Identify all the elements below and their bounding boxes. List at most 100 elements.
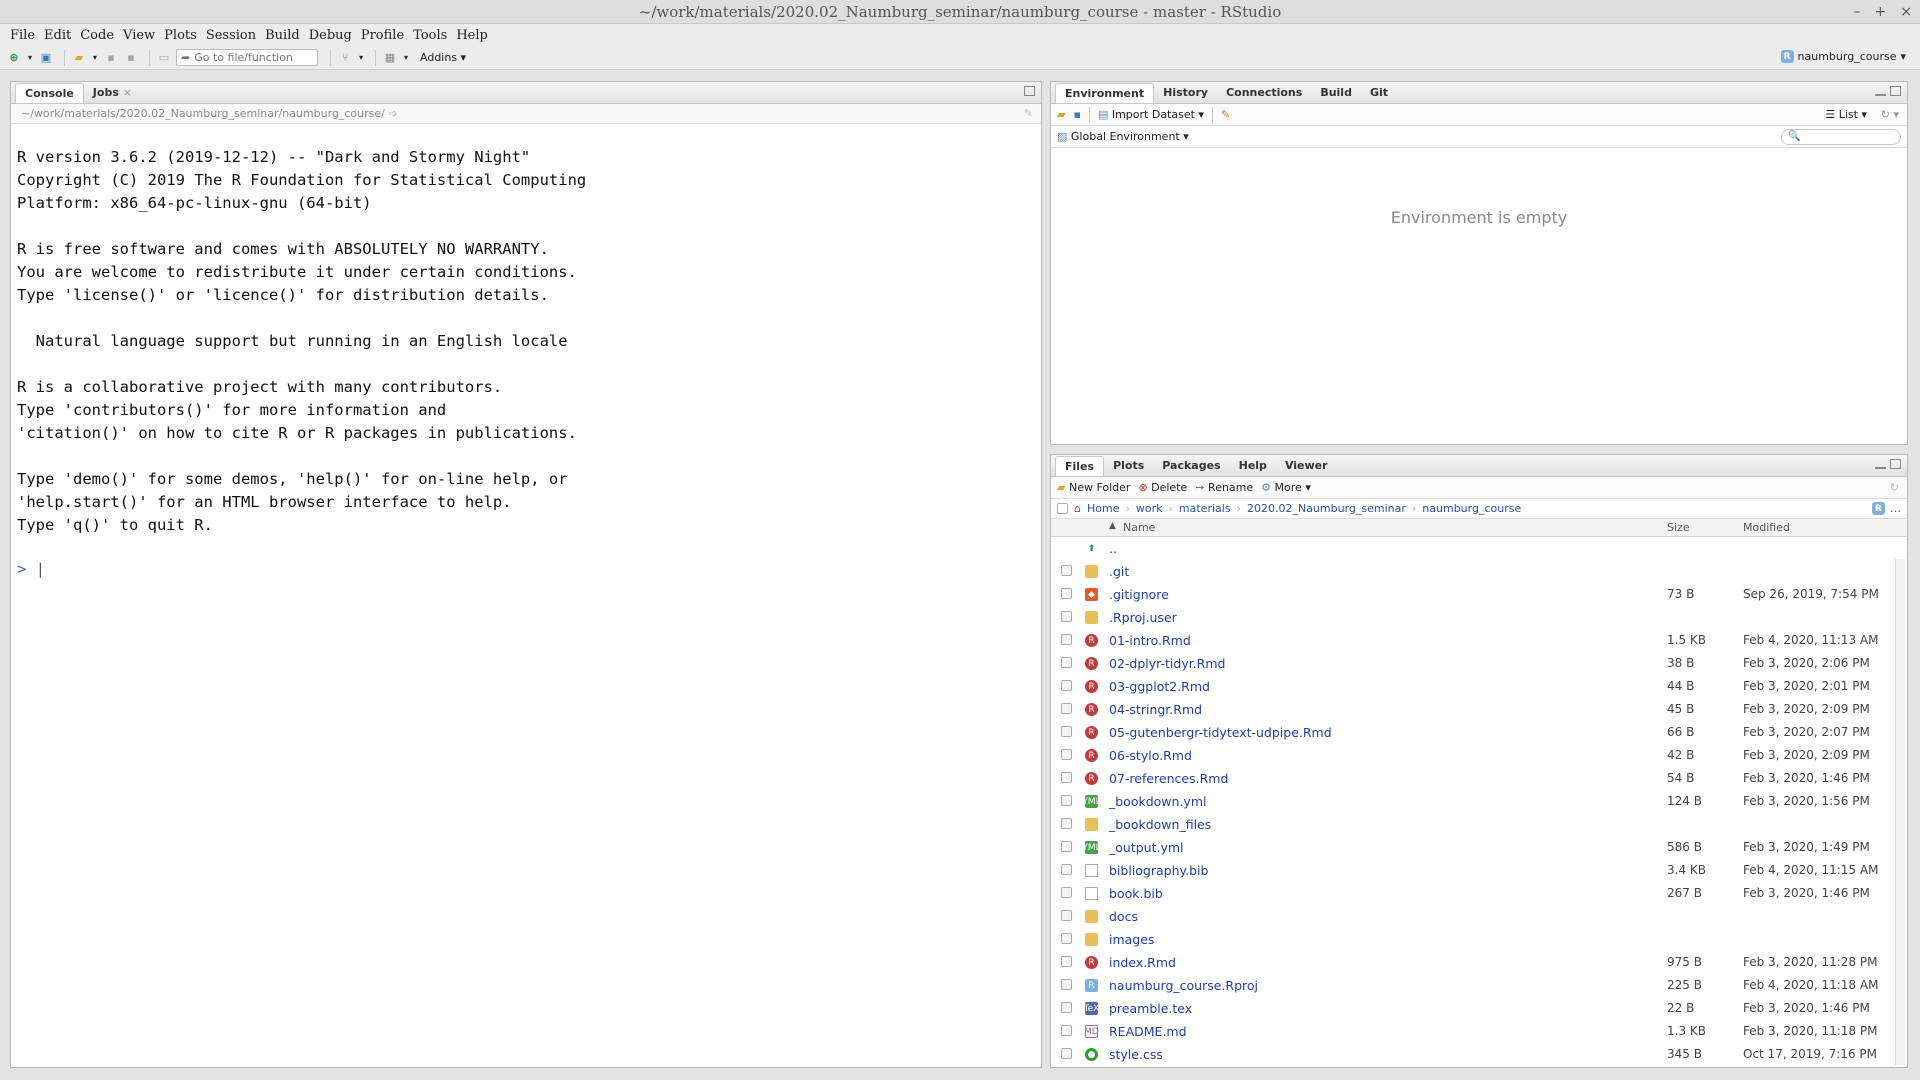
breadcrumb-seminar[interactable]: 2020.02_Naumburg_seminar xyxy=(1247,502,1406,515)
tab-plots[interactable]: Plots xyxy=(1104,456,1153,476)
file-checkbox[interactable] xyxy=(1061,1025,1072,1036)
file-name[interactable]: _output.yml xyxy=(1109,840,1184,855)
breadcrumb-home[interactable]: Home xyxy=(1087,502,1119,515)
file-row[interactable]: R 04-stringr.Rmd 45 B Feb 3, 2020, 2:09 PM xyxy=(1051,698,1907,721)
file-name[interactable]: style.css xyxy=(1109,1047,1163,1062)
new-file-icon[interactable]: ⊕ xyxy=(6,50,22,66)
tab-environment[interactable]: Environment xyxy=(1055,83,1155,103)
more-button[interactable]: ⚙ More ▾ xyxy=(1261,481,1311,494)
file-name[interactable]: bibliography.bib xyxy=(1109,863,1208,878)
new-folder-button[interactable]: ▰ New Folder xyxy=(1057,481,1130,494)
menu-session[interactable]: Session xyxy=(206,28,265,43)
file-checkbox[interactable] xyxy=(1061,1048,1072,1059)
file-name[interactable]: 01-intro.Rmd xyxy=(1109,633,1191,648)
addins-menu[interactable]: Addins ▾ xyxy=(420,51,466,64)
menu-debug[interactable]: Debug xyxy=(309,28,361,43)
minimize-pane-icon[interactable] xyxy=(1875,86,1886,96)
home-icon[interactable]: ⌂ xyxy=(1074,502,1081,515)
dropdown-arrow-icon[interactable]: ▾ xyxy=(402,50,410,66)
file-row[interactable]: ⬆.. xyxy=(1051,537,1907,560)
breadcrumb-materials[interactable]: materials xyxy=(1179,502,1231,515)
menu-help[interactable]: Help xyxy=(456,28,497,43)
file-row[interactable]: YML _output.yml 586 B Feb 3, 2020, 1:49 PM xyxy=(1051,836,1907,859)
file-row[interactable]: R 07-references.Rmd 54 B Feb 3, 2020, 1:46 … xyxy=(1051,767,1907,790)
file-row[interactable]: TeX preamble.tex 22 B Feb 3, 2020, 1:46 PM xyxy=(1051,997,1907,1020)
file-row[interactable]: bibliography.bib 3.4 KB Feb 4, 2020, 11:15… xyxy=(1051,859,1907,882)
environment-search-input[interactable]: 🔍 xyxy=(1781,128,1901,145)
file-checkbox[interactable] xyxy=(1061,565,1072,576)
file-checkbox[interactable] xyxy=(1061,795,1072,806)
file-checkbox[interactable] xyxy=(1061,841,1072,852)
project-menu[interactable]: Rnaumburg_course ▾ xyxy=(1780,50,1906,63)
file-checkbox[interactable] xyxy=(1061,657,1072,668)
file-row[interactable]: R 05-gutenbergr-tidytext-udpipe.Rmd 66 B Fe… xyxy=(1051,721,1907,744)
file-name[interactable]: 04-stringr.Rmd xyxy=(1109,702,1202,717)
file-row[interactable]: Rnaumburg_course.Rproj 225 B Feb 4, 2020, … xyxy=(1051,974,1907,997)
column-size[interactable]: Size xyxy=(1667,521,1690,534)
file-name[interactable]: 02-dplyr-tidyr.Rmd xyxy=(1109,656,1225,671)
breadcrumb-work[interactable]: work xyxy=(1136,502,1163,515)
file-name[interactable]: images xyxy=(1109,932,1154,947)
breadcrumb-course[interactable]: naumburg_course xyxy=(1422,502,1521,515)
broom-icon[interactable]: ✎ xyxy=(1221,108,1230,121)
refresh-icon[interactable]: ↻ xyxy=(1890,481,1899,494)
file-name[interactable]: .gitignore xyxy=(1109,587,1169,602)
file-name[interactable]: preamble.tex xyxy=(1109,1001,1192,1016)
file-checkbox[interactable] xyxy=(1061,1002,1072,1013)
go-to-project-icon[interactable]: R xyxy=(1872,502,1885,515)
rename-button[interactable]: ➙ Rename xyxy=(1195,481,1253,494)
load-workspace-icon[interactable]: ▰ xyxy=(1057,108,1065,121)
file-row[interactable]: ◆ .gitignore 73 B Sep 26, 2019, 7:54 PM xyxy=(1051,583,1907,606)
file-name[interactable]: 06-stylo.Rmd xyxy=(1109,748,1192,763)
file-row[interactable]: R 01-intro.Rmd 1.5 KB Feb 4, 2020, 11:13 AM xyxy=(1051,629,1907,652)
select-all-checkbox[interactable] xyxy=(1057,503,1068,514)
view-mode-select[interactable]: ☰ List ▾ xyxy=(1825,108,1867,121)
go-to-dir-icon[interactable]: ➩ xyxy=(388,107,397,120)
menu-code[interactable]: Code xyxy=(80,28,123,43)
restore-pane-icon[interactable] xyxy=(1024,86,1035,96)
delete-button[interactable]: ⊗ Delete xyxy=(1138,481,1187,494)
menu-build[interactable]: Build xyxy=(265,28,309,43)
refresh-icon[interactable]: ↻ ▾ xyxy=(1881,108,1899,121)
column-modified[interactable]: Modified xyxy=(1743,521,1790,534)
file-row[interactable]: MD README.md 1.3 KB Feb 3, 2020, 11:18 PM xyxy=(1051,1020,1907,1043)
file-name[interactable]: _bookdown_files xyxy=(1109,817,1211,832)
files-scrollbar[interactable] xyxy=(1895,559,1905,1065)
dropdown-arrow-icon[interactable]: ▾ xyxy=(91,50,99,66)
file-checkbox[interactable] xyxy=(1061,864,1072,875)
file-name[interactable]: .Rproj.user xyxy=(1109,610,1177,625)
tab-history[interactable]: History xyxy=(1154,83,1217,103)
file-row[interactable]: _bookdown_files xyxy=(1051,813,1907,836)
file-row[interactable]: book.bib 267 B Feb 3, 2020, 1:46 PM xyxy=(1051,882,1907,905)
file-checkbox[interactable] xyxy=(1061,933,1072,944)
file-checkbox[interactable] xyxy=(1061,588,1072,599)
file-row[interactable]: .Rproj.user xyxy=(1051,606,1907,629)
file-name[interactable]: book.bib xyxy=(1109,886,1163,901)
tab-viewer[interactable]: Viewer xyxy=(1276,456,1337,476)
file-name[interactable]: 07-references.Rmd xyxy=(1109,771,1228,786)
file-checkbox[interactable] xyxy=(1061,818,1072,829)
file-name[interactable]: docs xyxy=(1109,909,1138,924)
new-project-icon[interactable]: ▣ xyxy=(38,50,54,66)
maximize-pane-icon[interactable] xyxy=(1890,459,1901,469)
file-name[interactable]: _bookdown.yml xyxy=(1109,794,1206,809)
file-name[interactable]: index.Rmd xyxy=(1109,955,1176,970)
file-name[interactable]: 03-ggplot2.Rmd xyxy=(1109,679,1210,694)
file-row[interactable]: ● style.css 345 B Oct 17, 2019, 7:16 PM xyxy=(1051,1043,1907,1066)
tab-jobs[interactable]: Jobs × xyxy=(84,83,141,103)
menu-view[interactable]: View xyxy=(123,28,164,43)
print-icon[interactable]: ▭ xyxy=(156,50,172,66)
tab-packages[interactable]: Packages xyxy=(1153,456,1229,476)
open-folder-icon[interactable]: ▰ xyxy=(71,50,87,66)
close-tab-icon[interactable]: × xyxy=(123,86,132,99)
minimize-icon[interactable]: – xyxy=(1854,4,1861,20)
dropdown-arrow-icon[interactable]: ▾ xyxy=(26,50,34,66)
file-name[interactable]: 05-gutenbergr-tidytext-udpipe.Rmd xyxy=(1109,725,1332,740)
menu-profile[interactable]: Profile xyxy=(361,28,413,43)
menu-plots[interactable]: Plots xyxy=(164,28,206,43)
file-checkbox[interactable] xyxy=(1061,634,1072,645)
file-name[interactable]: README.md xyxy=(1109,1024,1187,1039)
tab-help[interactable]: Help xyxy=(1230,456,1276,476)
save-icon[interactable]: ▪ xyxy=(103,50,119,66)
workspace-panes-icon[interactable]: ▦ xyxy=(382,50,398,66)
